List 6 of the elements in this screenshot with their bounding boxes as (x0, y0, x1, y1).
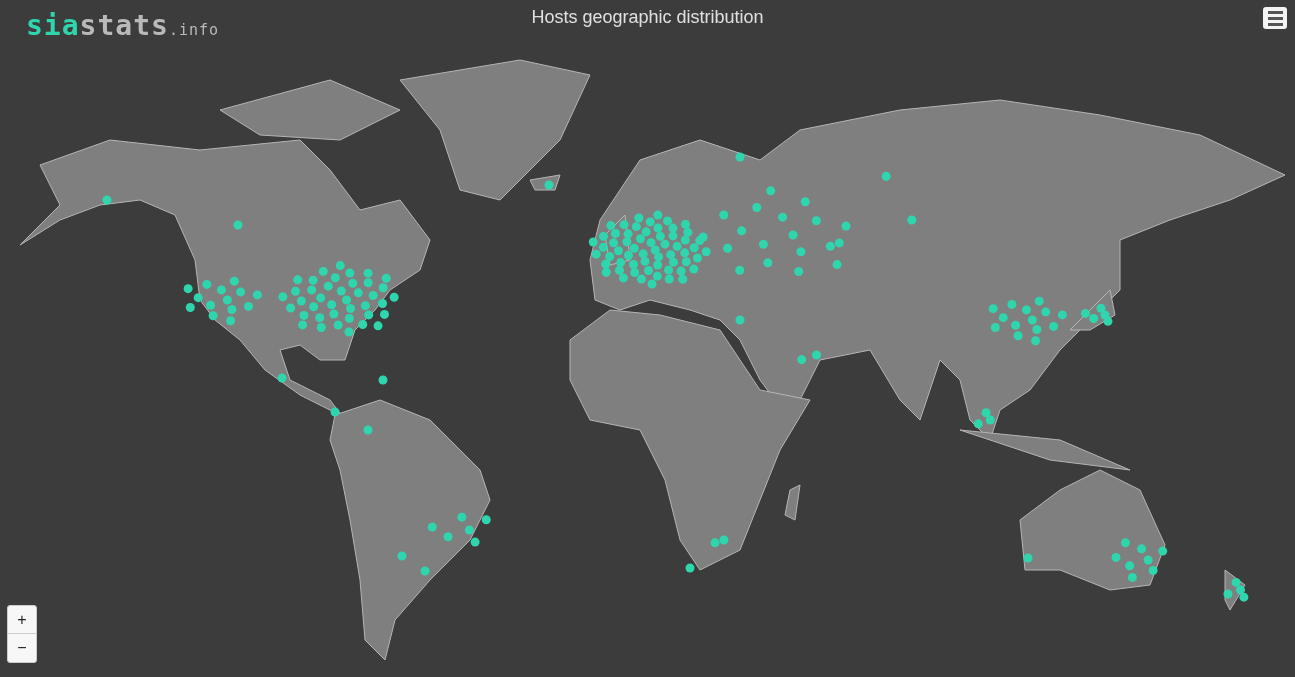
logo-text: stats (79, 9, 169, 42)
logo-text: .info (168, 21, 220, 39)
logo-text: sia (26, 9, 80, 42)
zoom-out-button[interactable]: − (8, 634, 36, 662)
zoom-in-button[interactable]: + (8, 606, 36, 634)
chart-title: Hosts geographic distribution (531, 6, 764, 29)
